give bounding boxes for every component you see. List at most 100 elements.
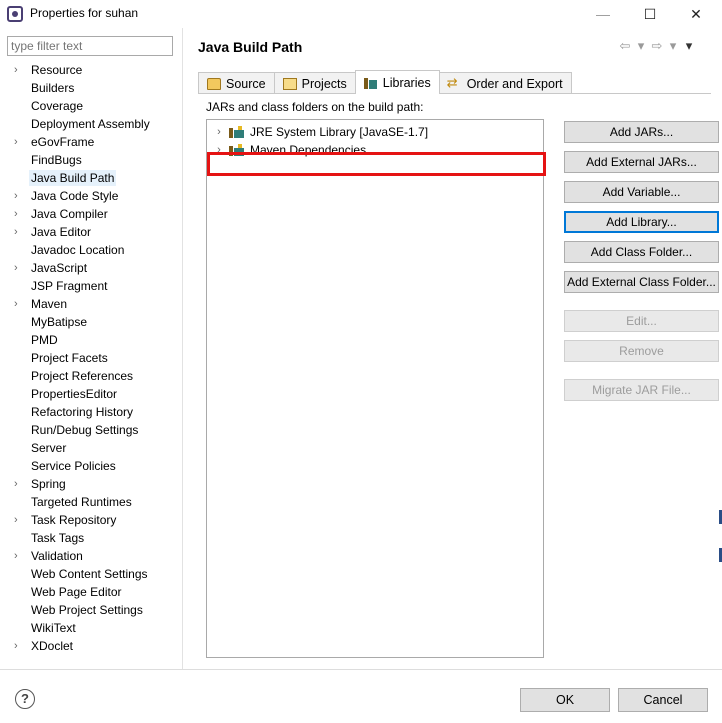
nav-item[interactable]: Java Build Path [0,169,183,187]
nav-item[interactable]: › Task Repository [0,511,183,529]
section-label: JARs and class folders on the build path… [206,100,424,114]
nav-item[interactable]: PMD [0,331,183,349]
nav-item-label: Java Editor [31,225,92,239]
nav-item-label: Web Page Editor [31,585,122,599]
projects-folder-icon [282,77,297,90]
edit-button[interactable]: Edit... [564,310,719,332]
nav-item-label: eGovFrame [31,135,95,149]
add-jars-button[interactable]: Add JARs... [564,121,719,143]
nav-item[interactable]: › Spring [0,475,183,493]
nav-item[interactable]: Project References [0,367,183,385]
nav-item[interactable]: › eGovFrame [0,133,183,151]
view-menu-icon[interactable]: ▾ [682,38,696,54]
nav-item-label: Web Content Settings [31,567,148,581]
nav-item[interactable]: Builders [0,79,183,97]
chevron-right-icon[interactable]: › [14,259,24,277]
tab-order-and-export[interactable]: Order and Export [438,72,572,94]
back-dropdown-icon[interactable]: ▾ [634,38,648,54]
forward-dropdown-icon[interactable]: ▾ [666,38,680,54]
chevron-right-icon[interactable]: › [14,637,24,655]
nav-item[interactable]: WikiText [0,619,183,637]
chevron-right-icon[interactable]: › [14,205,24,223]
tab-projects[interactable]: Projects [273,72,356,94]
library-icon [229,126,245,138]
chevron-right-icon[interactable]: › [14,133,24,151]
add-variable-button[interactable]: Add Variable... [564,181,719,203]
remove-button[interactable]: Remove [564,340,719,362]
nav-item[interactable]: Server [0,439,183,457]
nav-item-label: WikiText [31,621,76,635]
window-title: Properties for suhan [30,6,139,20]
source-folder-icon [207,77,221,90]
tab-label: Source [226,76,266,91]
nav-item-label: Run/Debug Settings [31,423,139,437]
add-external-class-folder-button[interactable]: Add External Class Folder... [564,271,719,293]
chevron-right-icon[interactable]: › [14,223,24,241]
nav-item[interactable]: Refactoring History [0,403,183,421]
nav-item[interactable]: JSP Fragment [0,277,183,295]
chevron-right-icon[interactable]: › [14,187,24,205]
nav-item-label: Targeted Runtimes [31,495,132,509]
tab-libraries[interactable]: Libraries [354,70,440,94]
nav-item[interactable]: › Java Compiler [0,205,183,223]
property-pages-pane: › Resource Builders Coverage Deployment Asse… [0,28,183,669]
chevron-right-icon[interactable]: › [14,61,24,79]
maximize-button[interactable]: ☐ [627,0,673,28]
nav-item[interactable]: MyBatipse [0,313,183,331]
ok-button[interactable]: OK [520,688,610,712]
nav-item[interactable]: Run/Debug Settings [0,421,183,439]
nav-item[interactable]: Task Tags [0,529,183,547]
minimize-button[interactable]: — [580,0,626,28]
tree-item-jre-library[interactable]: › JRE System Library [JavaSE-1.7] [207,123,428,141]
nav-item[interactable]: Javadoc Location [0,241,183,259]
nav-item-label: Task Repository [31,513,117,527]
nav-item-label: PMD [31,333,58,347]
nav-item[interactable]: › Java Editor [0,223,183,241]
filter-input[interactable] [7,36,173,56]
add-class-folder-button[interactable]: Add Class Folder... [564,241,719,263]
back-arrow-icon[interactable]: ⇦ [618,38,632,54]
libraries-tree[interactable]: › JRE System Library [JavaSE-1.7] › Mave… [206,119,546,658]
nav-item[interactable]: › Maven [0,295,183,313]
property-pages-tree: › Resource Builders Coverage Deployment Asse… [0,61,183,655]
cancel-button[interactable]: Cancel [618,688,708,712]
nav-item[interactable]: › Java Code Style [0,187,183,205]
tab-source[interactable]: Source [198,72,275,94]
help-icon[interactable]: ? [15,689,35,709]
close-button[interactable]: ✕ [673,0,719,28]
chevron-right-icon[interactable]: › [14,511,24,529]
nav-item[interactable]: Web Content Settings [0,565,183,583]
nav-item-label: Spring [31,477,66,491]
chevron-right-icon[interactable]: › [14,295,24,313]
nav-item-label: XDoclet [31,639,74,653]
nav-item-label: Refactoring History [31,405,134,419]
nav-item[interactable]: › Resource [0,61,183,79]
add-external-jars-button[interactable]: Add External JARs... [564,151,719,173]
nav-item[interactable]: Deployment Assembly [0,115,183,133]
eclipse-app-icon [7,6,23,22]
nav-item[interactable]: Targeted Runtimes [0,493,183,511]
nav-item-label: Builders [31,81,75,95]
nav-item[interactable]: Coverage [0,97,183,115]
add-library-button[interactable]: Add Library... [564,211,719,233]
nav-item[interactable]: Service Policies [0,457,183,475]
chevron-right-icon[interactable]: › [14,475,24,493]
nav-item-label: Task Tags [31,531,85,545]
nav-item[interactable]: PropertiesEditor [0,385,183,403]
migrate-jar-button[interactable]: Migrate JAR File... [564,379,719,401]
nav-item[interactable]: › Validation [0,547,183,565]
nav-item[interactable]: Web Project Settings [0,601,183,619]
nav-item-label: Java Compiler [31,207,108,221]
nav-item[interactable]: Project Facets [0,349,183,367]
nav-item[interactable]: FindBugs [0,151,183,169]
nav-item-label: Project Facets [31,351,108,365]
nav-item[interactable]: › XDoclet [0,637,183,655]
tree-item-label: JRE System Library [JavaSE-1.7] [250,125,429,139]
order-export-icon [447,75,462,91]
forward-arrow-icon[interactable]: ⇨ [650,38,664,54]
chevron-right-icon[interactable]: › [14,547,24,565]
nav-item[interactable]: › JavaScript [0,259,183,277]
chevron-right-icon[interactable]: › [211,123,227,141]
nav-item[interactable]: Web Page Editor [0,583,183,601]
nav-item-label: Coverage [31,99,84,113]
